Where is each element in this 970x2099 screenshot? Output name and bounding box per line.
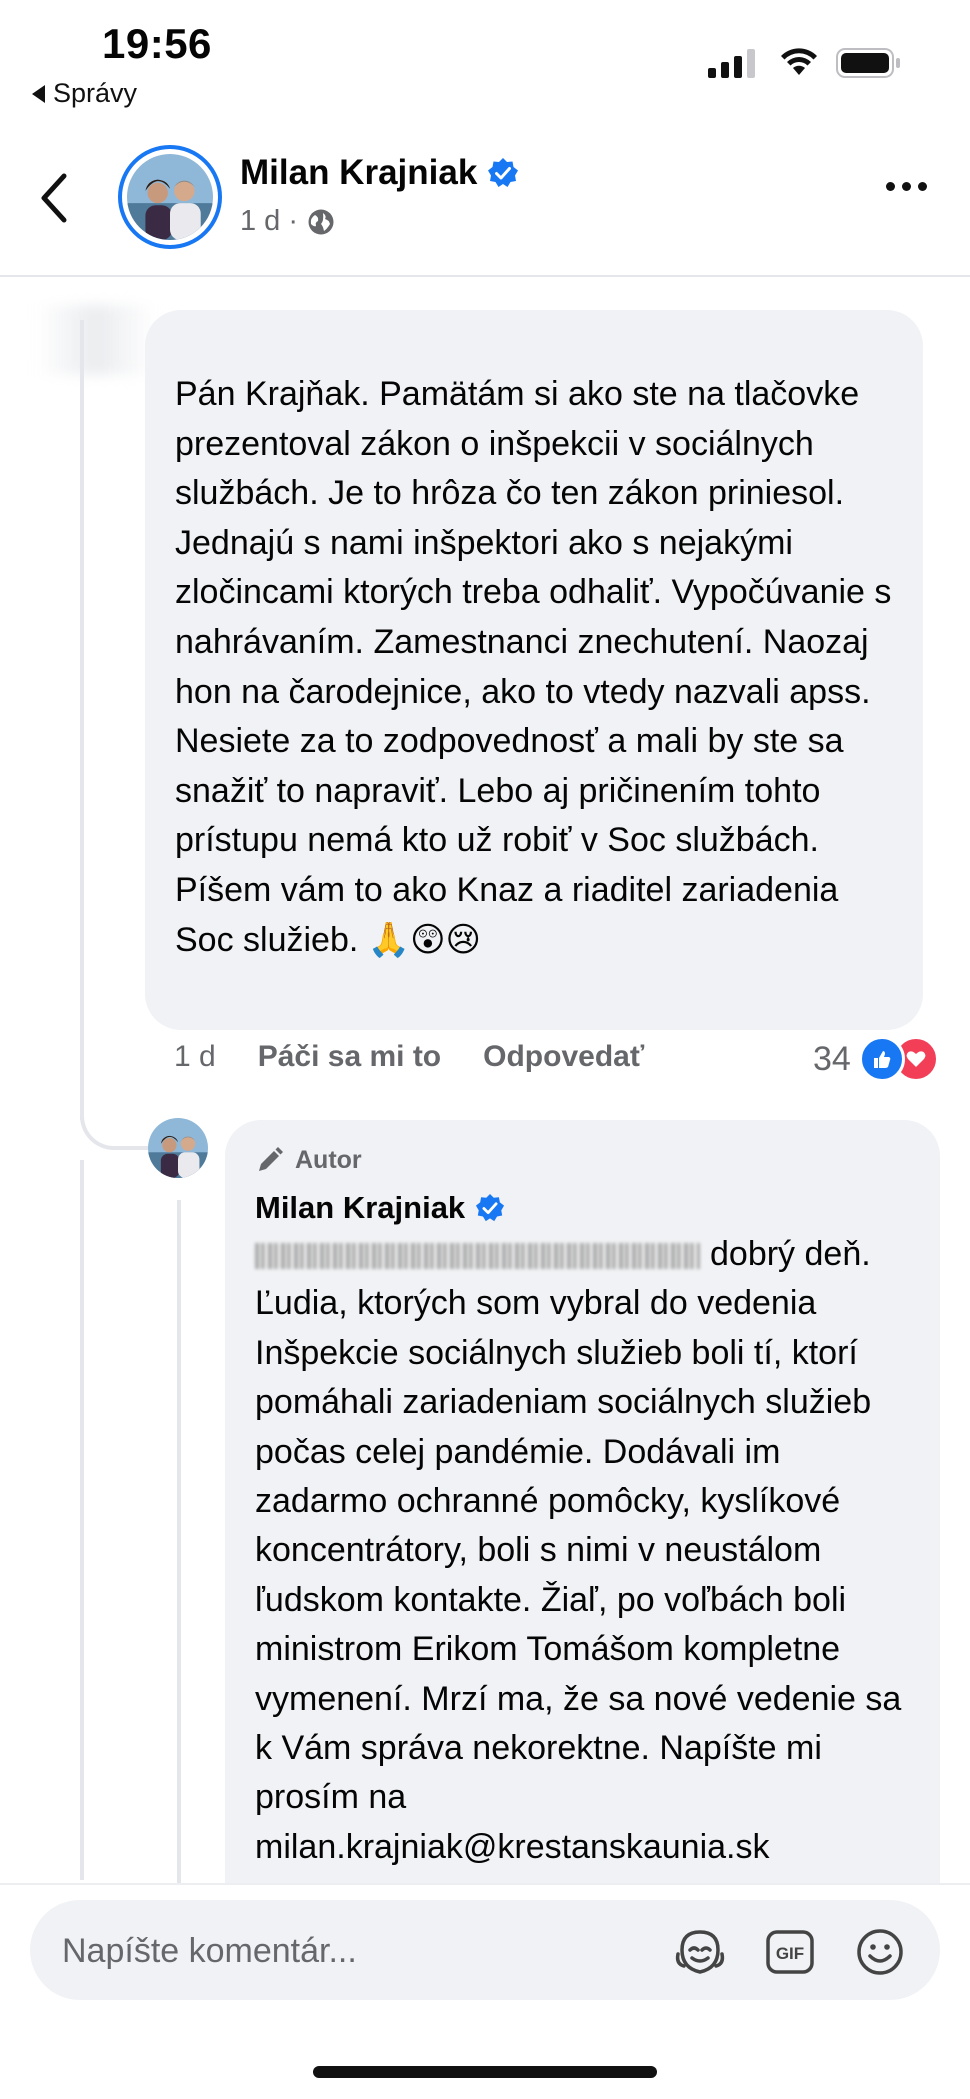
post-time: 1 d · [240,205,299,237]
reaction-count: 34 [813,1039,851,1078]
comment-time: 1 d [174,1040,216,1073]
comment-actions: 1 d Páči sa mi to Odpovedať [174,1040,686,1074]
reply-text: Ľudia, ktorých som vybral do vedenia Inš… [255,1284,902,1866]
cellular-signal-icon [708,48,755,78]
comment-text: Pán Krajňak. Pamätám si ako ste na tlačo… [175,375,901,959]
back-triangle-icon [32,84,45,103]
comment-body: Pán Krajňak. Pamätám si ako ste na tlačo… [175,370,893,965]
verified-badge-icon [476,1193,505,1222]
battery-icon [836,48,900,78]
comment-emojis: 🙏😲😢 [367,920,482,959]
pen-icon [259,1147,283,1171]
author-tag: Autor [255,1142,912,1178]
svg-text:GIF: GIF [776,1944,804,1963]
thread-connector-blur [36,305,156,375]
thread-line [80,320,84,1120]
wifi-icon [781,48,817,75]
reply-profile-photo [148,1118,208,1178]
more-options-icon[interactable] [886,182,927,191]
emoji-icon[interactable] [852,1924,908,1980]
profile-photo [127,154,213,240]
reply-greeting: dobrý deň. [710,1235,871,1273]
redacted-mention [255,1243,700,1270]
back-to-app-label: Správy [53,78,138,108]
comment-bubble[interactable]: Pán Krajňak. Pamätám si ako ste na tlačo… [145,310,923,1030]
profile-avatar[interactable] [118,145,222,249]
reply-thread-line [177,1200,181,1900]
thread-branch [80,1060,160,1150]
reply-button[interactable]: Odpovedať [483,1040,644,1074]
home-indicator[interactable] [313,2066,657,2078]
reply-bubble[interactable]: Autor Milan Krajniak dobrý deň. Ľudia, k… [225,1120,940,1920]
reply-body: dobrý deň. Ľudia, ktorých som vybral do … [255,1230,912,1872]
comment-input[interactable] [60,1900,664,2002]
thread-line-lower [80,1160,84,1880]
gif-icon[interactable]: GIF [762,1924,818,1980]
profile-name-label: Milan Krajniak [240,153,478,192]
like-button[interactable]: Páči sa mi to [258,1040,441,1074]
reply-author-name: Milan Krajniak [255,1190,466,1225]
verified-badge-icon [488,158,519,187]
reply-author[interactable]: Milan Krajniak [255,1190,912,1226]
reaction-summary[interactable]: 34 [813,1036,939,1082]
globe-icon [308,209,334,234]
back-arrow-icon[interactable] [36,168,76,228]
post-meta: 1 d · [240,205,336,238]
profile-name[interactable]: Milan Krajniak [240,153,519,193]
avatar-sticker-icon[interactable] [672,1924,728,1980]
status-time: 19:56 [102,20,212,67]
comment-composer: GIF [30,1900,940,2002]
reply-avatar[interactable] [148,1118,208,1178]
header-divider [0,275,970,277]
author-tag-label: Autor [295,1145,362,1174]
back-to-app-link[interactable]: Správy [32,78,137,109]
like-reaction-icon [858,1036,905,1082]
